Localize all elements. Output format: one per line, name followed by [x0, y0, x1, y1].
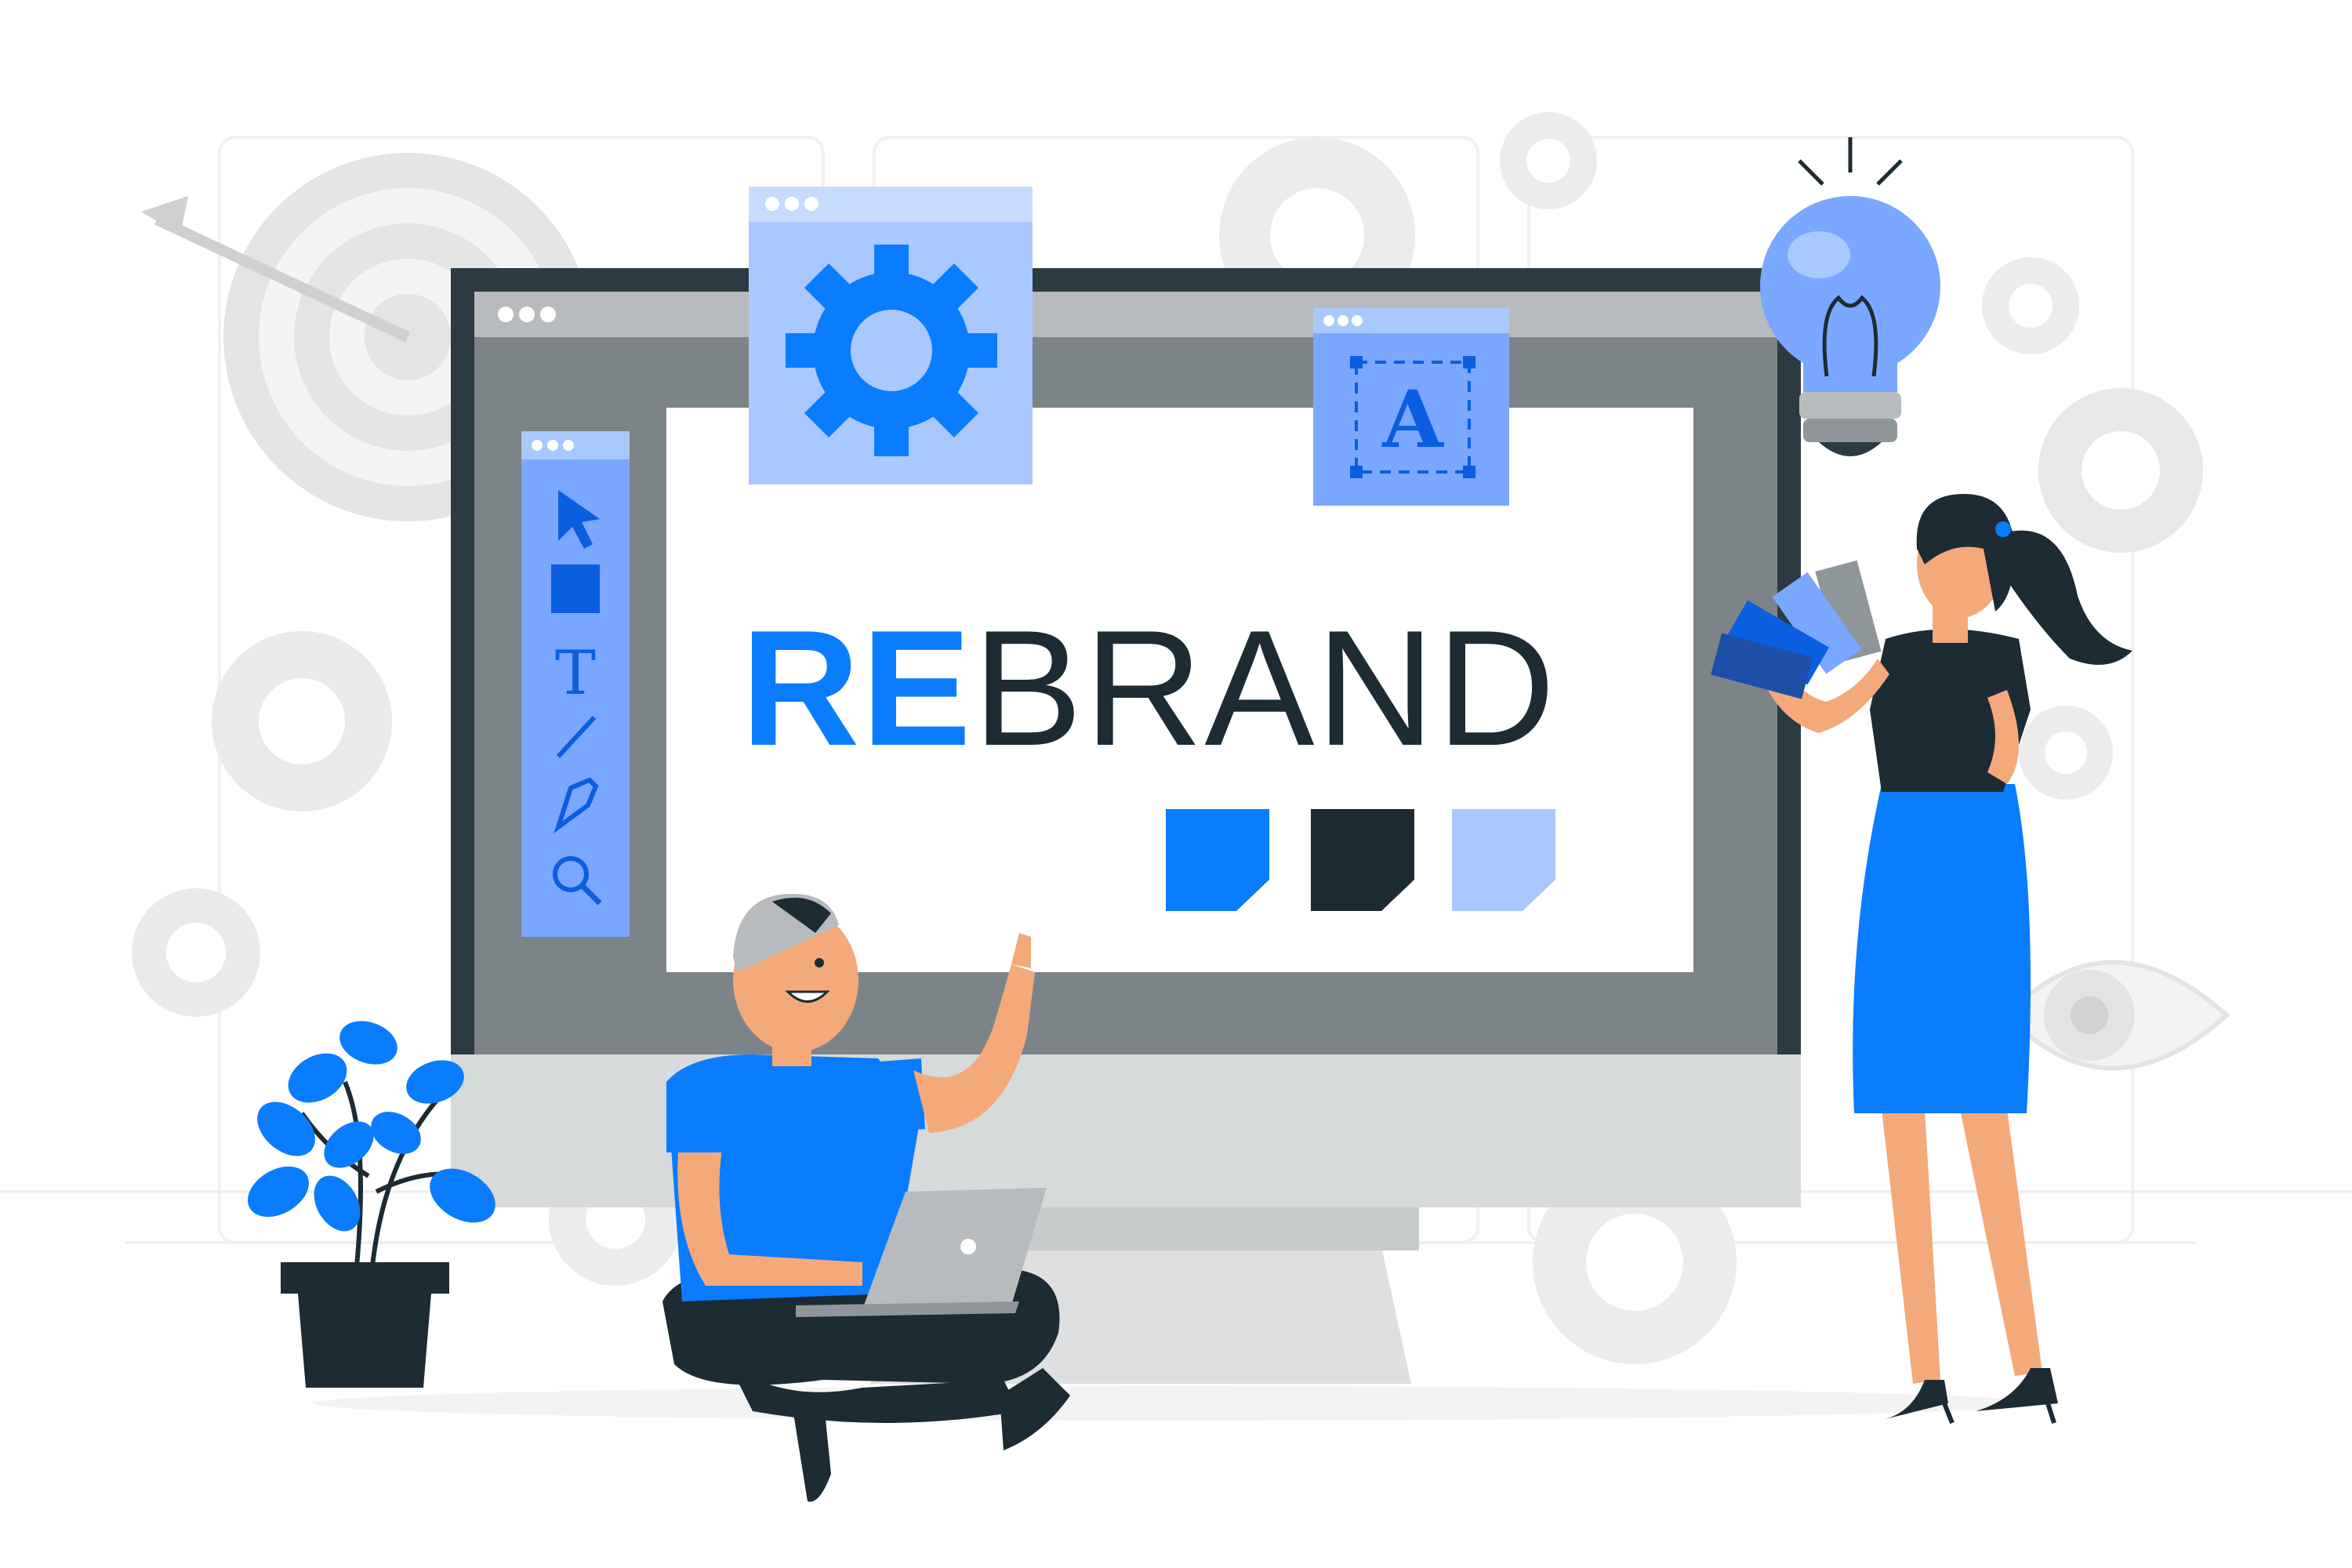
- illustration-canvas: REBRAND T A: [0, 112, 2352, 1502]
- window-dot: [498, 307, 514, 322]
- rebrand-headline: REBRAND: [741, 596, 1557, 780]
- gear-icon: [212, 631, 392, 811]
- window-dot: [519, 307, 535, 322]
- shape-tool-icon[interactable]: [551, 564, 600, 613]
- settings-window: [749, 187, 1033, 485]
- color-swatches: [1166, 809, 1555, 911]
- gear-icon: [132, 888, 260, 1017]
- eye-icon: [2003, 960, 2230, 1071]
- swatch-blue: [1166, 809, 1269, 911]
- headline-highlight: RE: [741, 596, 973, 780]
- gear-icon: [1982, 257, 2079, 354]
- text-tool-icon[interactable]: T: [555, 638, 596, 709]
- headline-rest: BRAND: [973, 596, 1557, 780]
- gear-icon[interactable]: [786, 245, 997, 456]
- window-titlebar: [474, 292, 1777, 337]
- ground-shadow: [314, 1386, 2038, 1421]
- monitor-chin: [451, 1054, 1801, 1207]
- swatch-dark: [1311, 809, 1414, 911]
- font-glyph: A: [1381, 373, 1444, 466]
- gear-icon: [1500, 112, 1597, 209]
- swatch-light-blue: [1452, 809, 1555, 911]
- window-dot: [540, 307, 556, 322]
- gear-icon: [2038, 388, 2203, 553]
- tool-palette: T: [521, 431, 630, 937]
- rebrand-illustration: REBRAND T A: [0, 0, 2352, 1568]
- gear-icon: [2019, 706, 2113, 800]
- font-window: A: [1313, 308, 1509, 506]
